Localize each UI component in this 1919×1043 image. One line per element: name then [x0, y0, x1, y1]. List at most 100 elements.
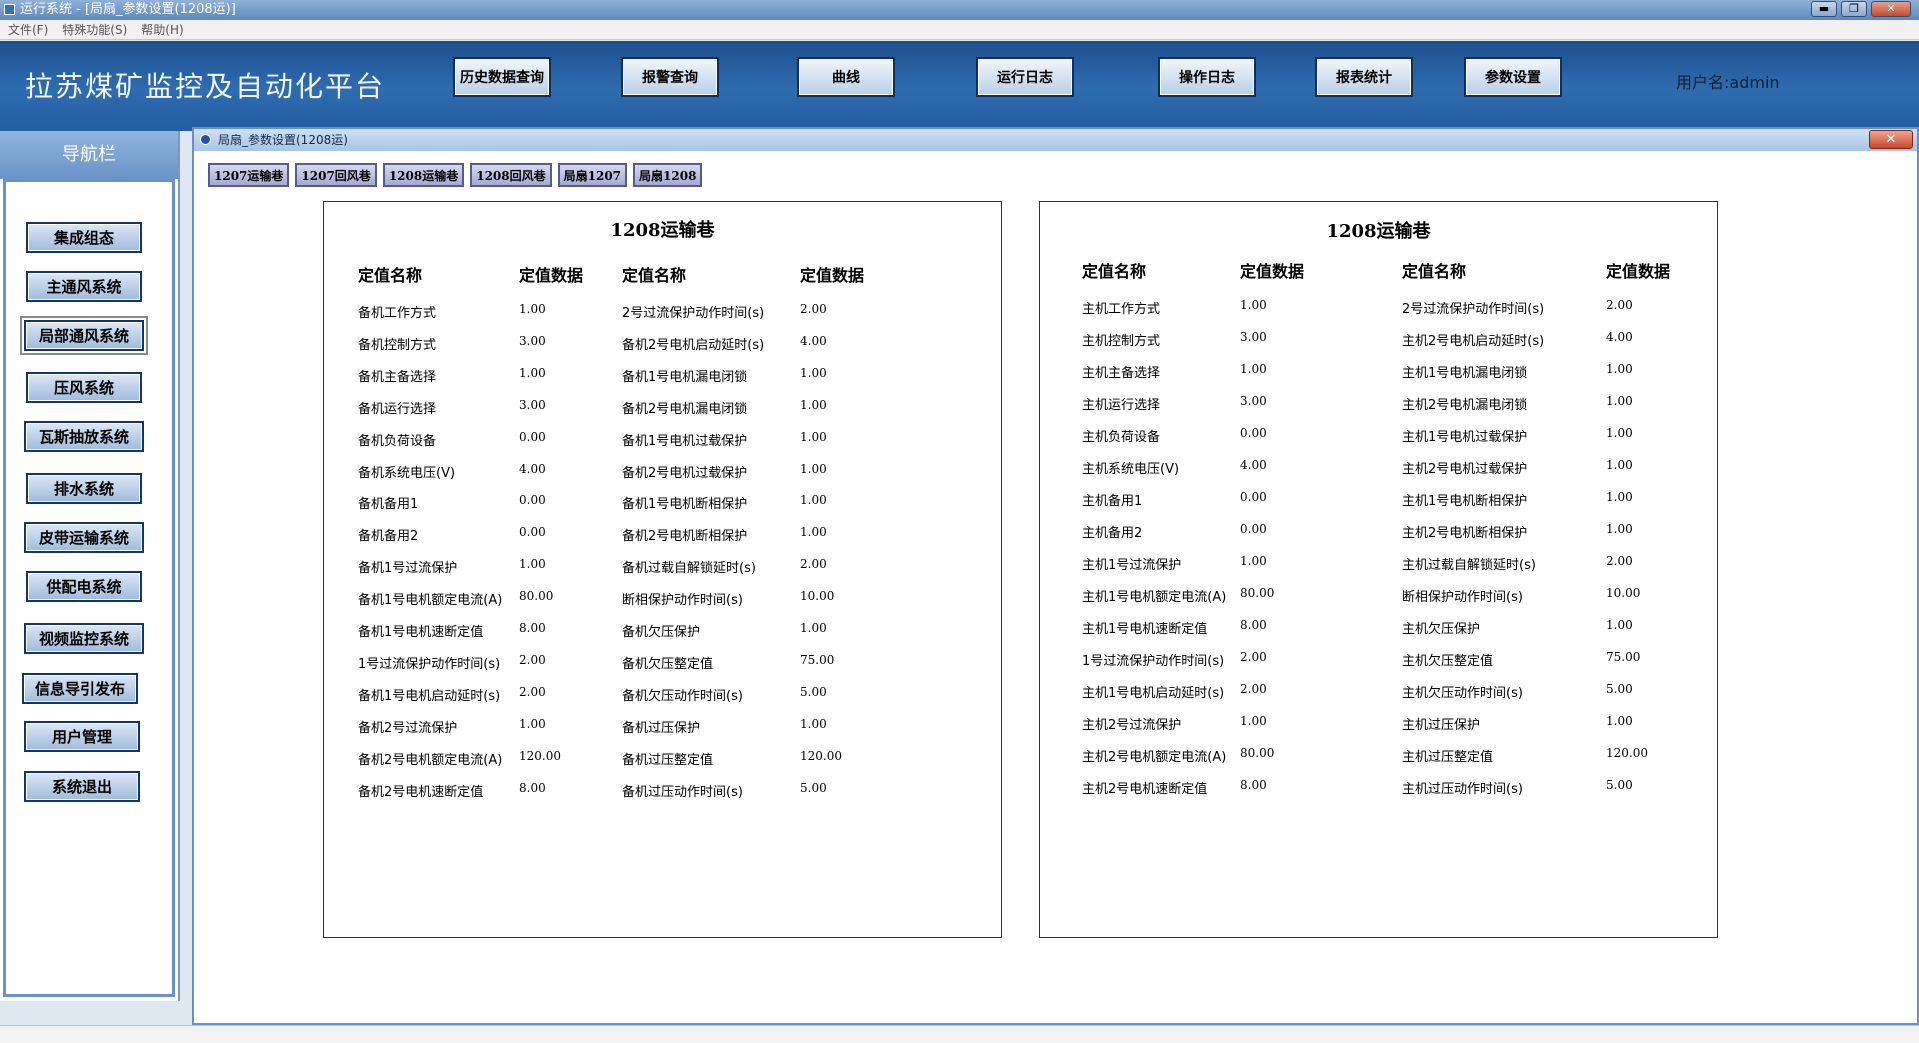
- setting-value[interactable]: 2.00: [800, 302, 827, 316]
- sidebar-item-user-management[interactable]: 用户管理: [24, 721, 140, 752]
- setting-value[interactable]: 8.00: [1240, 778, 1267, 792]
- setting-value[interactable]: 1.00: [1606, 394, 1633, 408]
- setting-value[interactable]: 4.00: [1240, 458, 1267, 472]
- setting-value[interactable]: 3.00: [519, 334, 546, 348]
- setting-value[interactable]: 3.00: [1240, 394, 1267, 408]
- param-window-close-button[interactable]: ✕: [1869, 130, 1913, 149]
- operation-log-button[interactable]: 操作日志: [1158, 57, 1256, 97]
- setting-value[interactable]: 0.00: [519, 525, 546, 539]
- setting-value[interactable]: 10.00: [800, 589, 834, 603]
- sidebar-item-video[interactable]: 视频监控系统: [24, 623, 144, 654]
- setting-value[interactable]: 2.00: [800, 557, 827, 571]
- setting-value[interactable]: 1.00: [1240, 362, 1267, 376]
- close-button[interactable]: ✕: [1871, 1, 1911, 17]
- run-log-button[interactable]: 运行日志: [976, 57, 1074, 97]
- setting-value[interactable]: 2.00: [1606, 554, 1633, 568]
- setting-value[interactable]: 1.00: [519, 366, 546, 380]
- setting-value[interactable]: 1.00: [800, 398, 827, 412]
- setting-value[interactable]: 1.00: [1240, 554, 1267, 568]
- setting-name: 主机2号电机额定电流(A): [1082, 750, 1227, 765]
- sidebar-item-belt-transport[interactable]: 皮带运输系统: [24, 522, 144, 553]
- setting-value[interactable]: 1.00: [1606, 362, 1633, 376]
- history-query-button[interactable]: 历史数据查询: [453, 57, 551, 97]
- sidebar-item-exit[interactable]: 系统退出: [24, 771, 140, 802]
- sidebar-item-gas-drainage[interactable]: 瓦斯抽放系统: [24, 421, 144, 452]
- tab-1207-transport[interactable]: 1207运输巷: [208, 163, 290, 187]
- setting-value[interactable]: 1.00: [1606, 426, 1633, 440]
- setting-value[interactable]: 1.00: [1606, 522, 1633, 536]
- tab-1208-transport[interactable]: 1208运输巷: [382, 163, 465, 187]
- sidebar-item-integration[interactable]: 集成组态: [26, 222, 142, 253]
- setting-value[interactable]: 0.00: [519, 493, 546, 507]
- setting-value[interactable]: 1.00: [1240, 298, 1267, 312]
- menu-special[interactable]: 特殊功能(S): [62, 20, 127, 39]
- tab-fan-1208[interactable]: 局扇1208: [633, 163, 703, 187]
- setting-value[interactable]: 75.00: [1606, 650, 1640, 664]
- param-settings-button[interactable]: 参数设置: [1464, 57, 1562, 97]
- setting-value[interactable]: 75.00: [800, 653, 834, 667]
- setting-value[interactable]: 5.00: [800, 685, 827, 699]
- setting-value[interactable]: 5.00: [1606, 682, 1633, 696]
- setting-value[interactable]: 1.00: [800, 621, 827, 635]
- setting-value[interactable]: 1.00: [1606, 458, 1633, 472]
- setting-value[interactable]: 2.00: [1240, 650, 1267, 664]
- setting-value[interactable]: 1.00: [800, 525, 827, 539]
- minimize-button[interactable]: ▬: [1811, 1, 1837, 17]
- sidebar-item-drainage[interactable]: 排水系统: [26, 473, 142, 504]
- sidebar-item-main-ventilation[interactable]: 主通风系统: [26, 271, 142, 302]
- setting-value[interactable]: 1.00: [519, 717, 546, 731]
- setting-value[interactable]: 8.00: [519, 781, 546, 795]
- setting-value[interactable]: 1.00: [1606, 714, 1633, 728]
- setting-value[interactable]: 80.00: [1240, 746, 1274, 760]
- setting-value[interactable]: 3.00: [1240, 330, 1267, 344]
- setting-value[interactable]: 3.00: [519, 398, 546, 412]
- sidebar-item-power-supply[interactable]: 供配电系统: [26, 571, 142, 602]
- menu-help[interactable]: 帮助(H): [141, 20, 183, 39]
- setting-value[interactable]: 2.00: [1606, 298, 1633, 312]
- setting-value[interactable]: 1.00: [519, 557, 546, 571]
- sidebar-item-local-ventilation[interactable]: 局部通风系统: [20, 316, 148, 355]
- setting-value[interactable]: 1.00: [1606, 490, 1633, 504]
- setting-value[interactable]: 0.00: [1240, 426, 1267, 440]
- setting-value[interactable]: 5.00: [800, 781, 827, 795]
- setting-value[interactable]: 80.00: [519, 589, 553, 603]
- setting-value[interactable]: 80.00: [1240, 586, 1274, 600]
- param-panel-main: 1208运输巷 定值名称 定值数据 定值名称 定值数据 主机工作方式 1.00 2号过流保护动…: [1039, 201, 1718, 938]
- setting-value[interactable]: 1.00: [800, 366, 827, 380]
- setting-value[interactable]: 4.00: [1606, 330, 1633, 344]
- tab-1207-return[interactable]: 1207回风巷: [295, 163, 377, 187]
- setting-value[interactable]: 5.00: [1606, 778, 1633, 792]
- report-stats-button[interactable]: 报表统计: [1315, 57, 1413, 97]
- setting-value[interactable]: 120.00: [1606, 746, 1648, 760]
- tab-fan-1207[interactable]: 局扇1207: [557, 163, 628, 187]
- tab-bar: 1207运输巷 1207回风巷 1208运输巷 1208回风巷 局扇1207 局…: [208, 163, 703, 187]
- setting-value[interactable]: 0.00: [1240, 522, 1267, 536]
- setting-value[interactable]: 1.00: [800, 462, 827, 476]
- alarm-query-button[interactable]: 报警查询: [621, 57, 719, 97]
- table-row: 1号过流保护动作时间(s) 2.00 备机欠压整定值 75.00: [324, 653, 1001, 673]
- sidebar-item-info-publish[interactable]: 信息导引发布: [22, 673, 138, 704]
- sidebar-item-compressed-air[interactable]: 压风系统: [26, 372, 142, 403]
- setting-value[interactable]: 10.00: [1606, 586, 1640, 600]
- setting-value[interactable]: 2.00: [519, 685, 546, 699]
- setting-value[interactable]: 120.00: [519, 749, 561, 763]
- curve-button[interactable]: 曲线: [797, 57, 895, 97]
- tab-1208-return[interactable]: 1208回风巷: [470, 163, 552, 187]
- setting-value[interactable]: 0.00: [1240, 490, 1267, 504]
- menu-file[interactable]: 文件(F): [8, 20, 48, 39]
- setting-value[interactable]: 4.00: [800, 334, 827, 348]
- setting-value[interactable]: 0.00: [519, 430, 546, 444]
- setting-value[interactable]: 1.00: [1240, 714, 1267, 728]
- setting-value[interactable]: 2.00: [519, 653, 546, 667]
- setting-value[interactable]: 2.00: [1240, 682, 1267, 696]
- setting-value[interactable]: 1.00: [800, 430, 827, 444]
- setting-value[interactable]: 4.00: [519, 462, 546, 476]
- setting-value[interactable]: 1.00: [800, 493, 827, 507]
- setting-value[interactable]: 1.00: [1606, 618, 1633, 632]
- restore-button[interactable]: ❐: [1841, 1, 1867, 17]
- setting-value[interactable]: 8.00: [1240, 618, 1267, 632]
- setting-value[interactable]: 1.00: [800, 717, 827, 731]
- setting-value[interactable]: 120.00: [800, 749, 842, 763]
- setting-value[interactable]: 8.00: [519, 621, 546, 635]
- setting-value[interactable]: 1.00: [519, 302, 546, 316]
